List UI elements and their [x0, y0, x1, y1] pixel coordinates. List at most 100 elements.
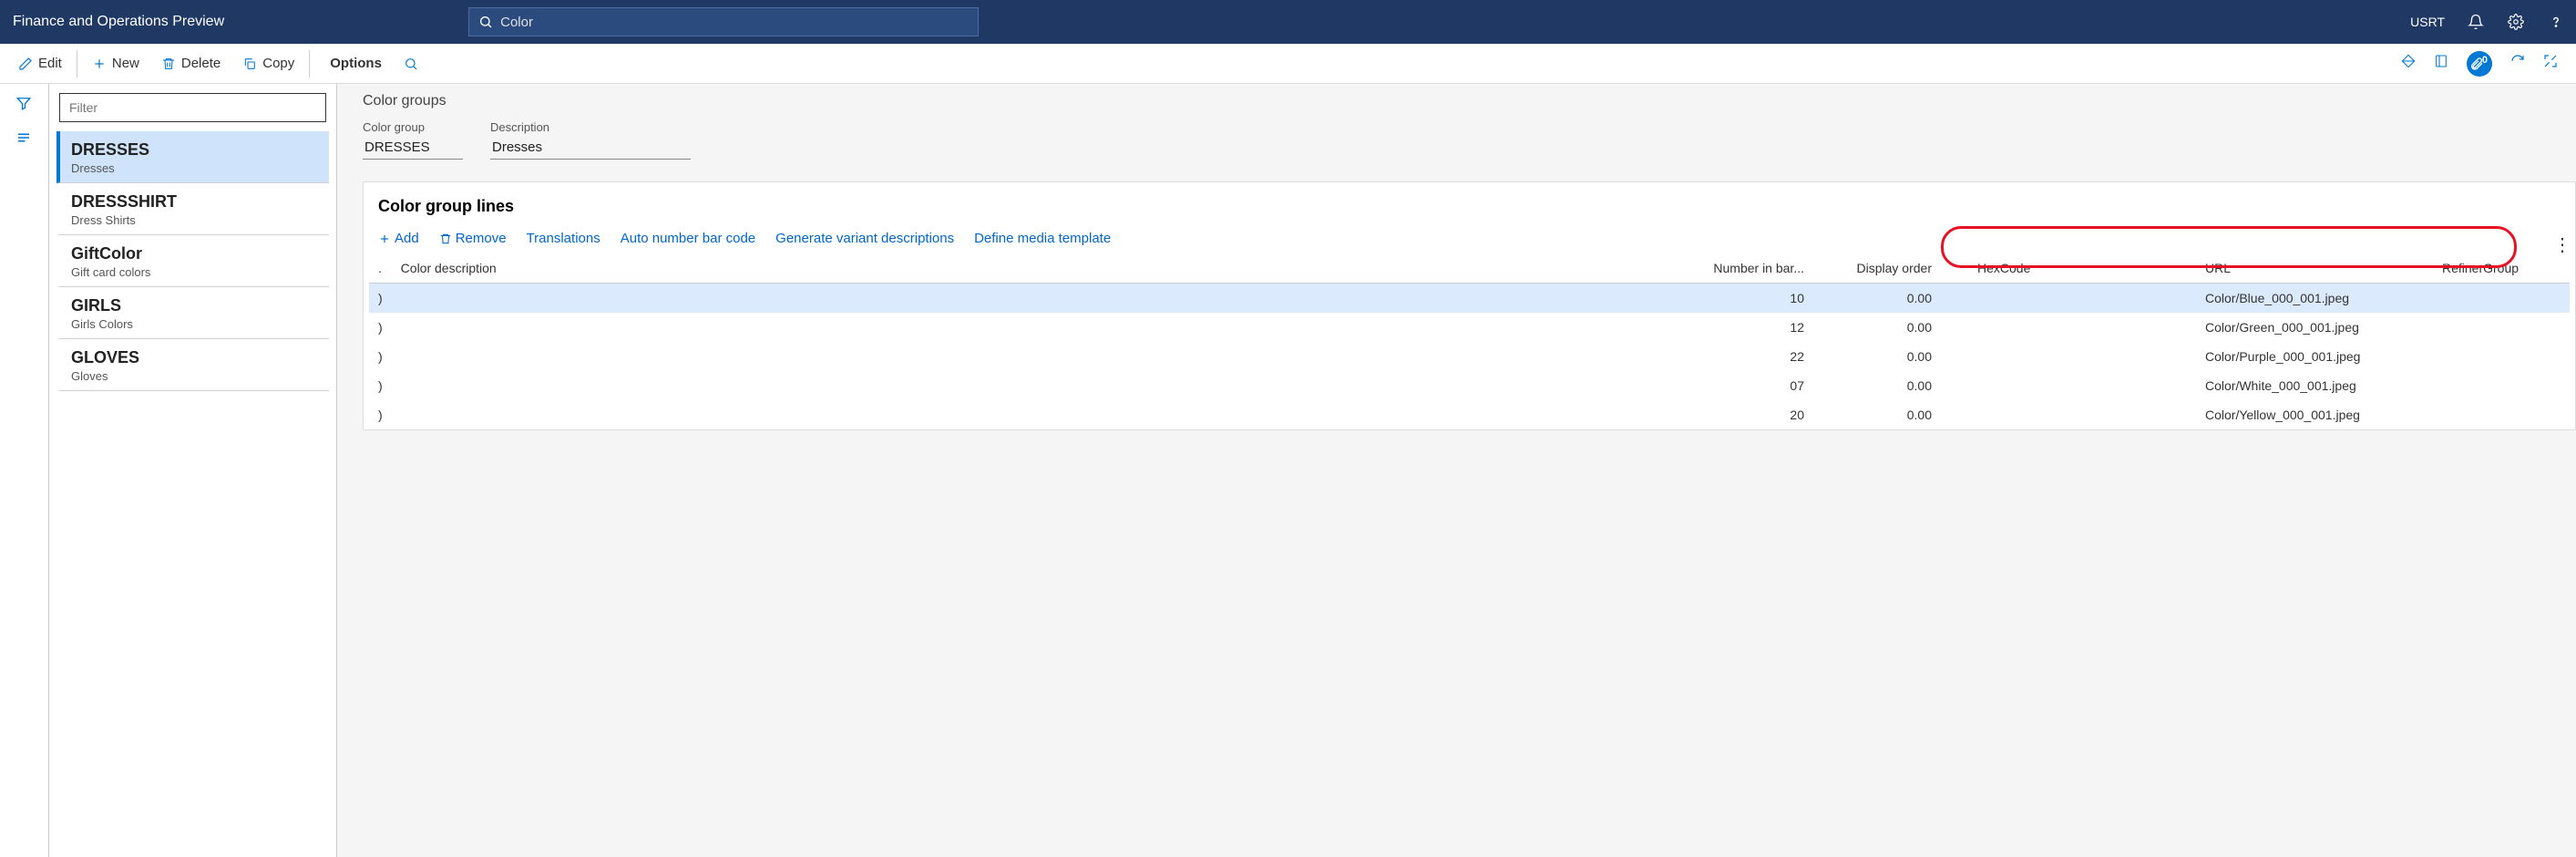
action-search-button[interactable]	[393, 44, 429, 84]
refresh-icon[interactable]	[2510, 54, 2525, 73]
nav-panel: DRESSES Dresses DRESSSHIRT Dress Shirts …	[49, 84, 337, 857]
cell-number[interactable]: 07	[1677, 371, 1841, 400]
description-value[interactable]: Dresses	[490, 136, 691, 160]
row-marker: )	[369, 342, 392, 371]
description-field: Description Dresses	[490, 120, 691, 160]
col-order[interactable]: Display order	[1841, 253, 1968, 284]
row-marker: )	[369, 284, 392, 314]
col-marker: .	[369, 253, 392, 284]
card-title: Color group lines	[378, 197, 2570, 216]
filter-icon[interactable]	[15, 95, 34, 113]
cell-refiner[interactable]	[2433, 313, 2570, 342]
variant-button[interactable]: Generate variant descriptions	[775, 231, 954, 246]
description-label: Description	[490, 120, 691, 134]
attachments-badge[interactable]: 0	[2467, 51, 2492, 77]
cell-url[interactable]: Color/Purple_000_001.jpeg	[2196, 342, 2433, 371]
cell-number[interactable]: 12	[1677, 313, 1841, 342]
table-row[interactable]: ) 22 0.00 Color/Purple_000_001.jpeg	[369, 342, 2570, 371]
media-button[interactable]: Define media template	[974, 231, 1111, 246]
more-icon[interactable]: ⋮	[2553, 233, 2571, 256]
office-icon[interactable]	[2434, 54, 2448, 73]
cell-order[interactable]: 0.00	[1841, 400, 1968, 429]
cell-desc[interactable]	[392, 400, 1677, 429]
add-button[interactable]: Add	[378, 231, 419, 246]
nav-item-dressshirt[interactable]: DRESSSHIRT Dress Shirts	[56, 183, 329, 235]
delete-button[interactable]: Delete	[150, 44, 231, 84]
cell-number[interactable]: 22	[1677, 342, 1841, 371]
cell-desc[interactable]	[392, 342, 1677, 371]
cell-number[interactable]: 20	[1677, 400, 1841, 429]
nav-item-code: GLOVES	[71, 348, 318, 367]
cell-url[interactable]: Color/White_000_001.jpeg	[2196, 371, 2433, 400]
cell-refiner[interactable]	[2433, 342, 2570, 371]
remove-button[interactable]: Remove	[439, 231, 507, 246]
sidebar-rail	[0, 84, 49, 857]
action-bar: Edit New Delete Copy Options 0	[0, 44, 2576, 84]
copy-button[interactable]: Copy	[231, 44, 305, 84]
cell-url[interactable]: Color/Yellow_000_001.jpeg	[2196, 400, 2433, 429]
cell-hex[interactable]	[1968, 400, 2196, 429]
table-row[interactable]: ) 07 0.00 Color/White_000_001.jpeg	[369, 371, 2570, 400]
color-group-lines-card: Color group lines Add Remove Translation…	[363, 181, 2576, 430]
cell-hex[interactable]	[1968, 342, 2196, 371]
options-button[interactable]: Options	[313, 44, 393, 84]
table-row[interactable]: ) 10 0.00 Color/Blue_000_001.jpeg	[369, 284, 2570, 314]
cell-order[interactable]: 0.00	[1841, 371, 1968, 400]
nav-item-dresses[interactable]: DRESSES Dresses	[56, 131, 329, 183]
col-url[interactable]: URL	[2196, 253, 2433, 284]
cell-order[interactable]: 0.00	[1841, 313, 1968, 342]
gear-icon[interactable]	[2507, 13, 2525, 31]
options-label: Options	[330, 56, 382, 71]
cell-hex[interactable]	[1968, 284, 2196, 314]
translations-button[interactable]: Translations	[527, 231, 600, 246]
filter-input[interactable]	[59, 93, 326, 122]
nav-item-code: GIRLS	[71, 296, 318, 315]
search-box[interactable]: Color	[468, 7, 979, 36]
action-bar-right: 0	[2401, 51, 2569, 77]
edit-button[interactable]: Edit	[7, 44, 73, 84]
row-marker: )	[369, 400, 392, 429]
search-icon	[478, 15, 493, 29]
col-number[interactable]: Number in bar...	[1677, 253, 1841, 284]
cell-url[interactable]: Color/Blue_000_001.jpeg	[2196, 284, 2433, 314]
cell-desc[interactable]	[392, 313, 1677, 342]
cell-url[interactable]: Color/Green_000_001.jpeg	[2196, 313, 2433, 342]
diamond-icon[interactable]	[2401, 54, 2416, 73]
nav-item-giftcolor[interactable]: GiftColor Gift card colors	[56, 235, 329, 287]
table-row[interactable]: ) 12 0.00 Color/Green_000_001.jpeg	[369, 313, 2570, 342]
cell-refiner[interactable]	[2433, 400, 2570, 429]
add-label: Add	[395, 231, 419, 246]
cell-number[interactable]: 10	[1677, 284, 1841, 314]
top-header: Finance and Operations Preview Color USR…	[0, 0, 2576, 44]
col-refiner[interactable]: RefinerGroup	[2433, 253, 2570, 284]
cell-desc[interactable]	[392, 371, 1677, 400]
cell-order[interactable]: 0.00	[1841, 342, 1968, 371]
nav-item-girls[interactable]: GIRLS Girls Colors	[56, 287, 329, 339]
help-icon[interactable]	[2547, 13, 2565, 31]
list-icon[interactable]	[15, 129, 34, 148]
popout-icon[interactable]	[2543, 54, 2558, 73]
bell-icon[interactable]	[2467, 13, 2485, 31]
edit-label: Edit	[38, 56, 62, 71]
cell-refiner[interactable]	[2433, 371, 2570, 400]
table-row[interactable]: ) 20 0.00 Color/Yellow_000_001.jpeg	[369, 400, 2570, 429]
nav-item-gloves[interactable]: GLOVES Gloves	[56, 339, 329, 391]
user-label[interactable]: USRT	[2410, 15, 2445, 29]
lines-table: . Color description Number in bar... Dis…	[369, 253, 2570, 429]
cell-desc[interactable]	[392, 284, 1677, 314]
color-group-value[interactable]: DRESSES	[363, 136, 463, 160]
page-title: Color groups	[363, 93, 2576, 109]
app-title: Finance and Operations Preview	[13, 14, 224, 30]
nav-item-code: DRESSES	[71, 140, 318, 160]
badge-count: 0	[2482, 55, 2488, 66]
cell-hex[interactable]	[1968, 313, 2196, 342]
col-description[interactable]: Color description	[392, 253, 1677, 284]
nav-item-code: DRESSSHIRT	[71, 192, 318, 212]
auto-number-button[interactable]: Auto number bar code	[621, 231, 755, 246]
new-label: New	[112, 56, 139, 71]
cell-hex[interactable]	[1968, 371, 2196, 400]
cell-order[interactable]: 0.00	[1841, 284, 1968, 314]
new-button[interactable]: New	[81, 44, 150, 84]
cell-refiner[interactable]	[2433, 284, 2570, 314]
col-hexcode[interactable]: HexCode	[1968, 253, 2196, 284]
